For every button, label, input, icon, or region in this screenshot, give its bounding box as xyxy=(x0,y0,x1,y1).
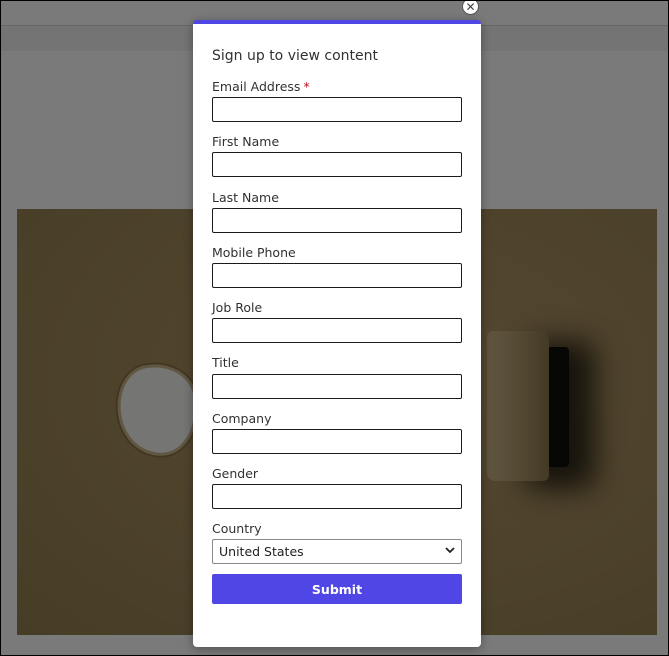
last-name-field[interactable] xyxy=(212,208,462,233)
gender-field[interactable] xyxy=(212,484,462,509)
company-field[interactable] xyxy=(212,429,462,454)
required-marker: * xyxy=(303,79,310,94)
mobile-phone-label: Mobile Phone xyxy=(212,245,296,260)
company-label: Company xyxy=(212,411,272,426)
first-name-label: First Name xyxy=(212,134,280,149)
submit-button[interactable]: Submit xyxy=(212,574,462,604)
signup-modal: Sign up to view content Email Address * F… xyxy=(193,20,481,647)
first-name-field[interactable] xyxy=(212,152,462,177)
title-label: Title xyxy=(212,355,239,370)
title-field[interactable] xyxy=(212,374,462,399)
job-role-field[interactable] xyxy=(212,318,462,343)
country-select[interactable]: United States xyxy=(212,539,462,564)
page-frame: ✕ Sign up to view content Email Address *… xyxy=(0,0,669,656)
country-label: Country xyxy=(212,521,262,536)
chevron-down-icon xyxy=(445,545,455,558)
email-field[interactable] xyxy=(212,97,462,122)
mobile-phone-field[interactable] xyxy=(212,263,462,288)
job-role-label: Job Role xyxy=(212,300,263,315)
last-name-label: Last Name xyxy=(212,190,279,205)
form-title: Sign up to view content xyxy=(212,48,378,64)
gender-label: Gender xyxy=(212,466,259,481)
email-label: Email Address * xyxy=(212,79,310,94)
country-selected-value: United States xyxy=(219,544,304,559)
